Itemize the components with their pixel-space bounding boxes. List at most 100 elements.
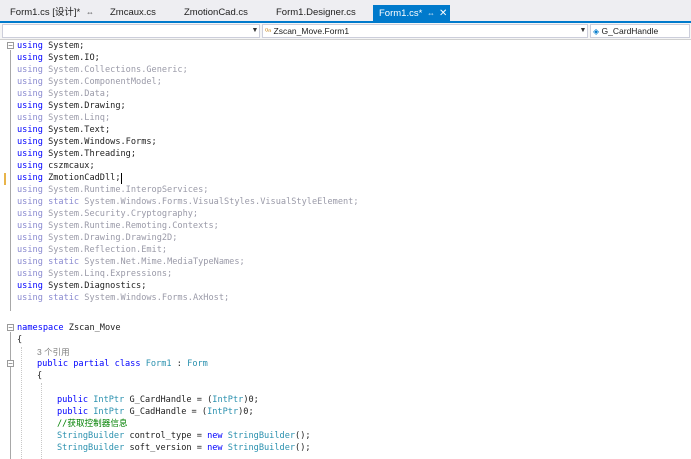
code-line: using System.Text; [17, 124, 110, 136]
code-line: using System.Data; [17, 88, 110, 100]
field-icon: ◈ [593, 27, 600, 36]
field-init: )0; [243, 395, 259, 405]
keyword: using [17, 137, 43, 147]
tab-label: Form1.Designer.cs [276, 7, 356, 18]
code-line: using System.Drawing; [17, 100, 126, 112]
field-init: (); [295, 443, 311, 453]
keyword: using [17, 233, 43, 243]
keyword: namespace [17, 323, 64, 333]
code-line: using System.Security.Cryptography; [17, 208, 198, 220]
using-target: System.Text; [48, 125, 111, 135]
tab-label: Form1.cs* [379, 8, 423, 19]
code-line: using System; [17, 40, 84, 52]
code-editor[interactable]: − − − using System; using System.IO; usi… [0, 40, 691, 459]
code-line: StringBuilder soft_version = new StringB… [57, 442, 311, 454]
using-target: System.Collections.Generic; [48, 65, 188, 75]
close-icon[interactable]: ✕ [439, 5, 447, 23]
navigation-bar: ▼ ⁰ⁿ Zscan_Move.Form1 ▼ ◈ G_CardHandle [0, 23, 691, 40]
collapse-icon[interactable]: − [7, 42, 14, 50]
using-target: System.Drawing; [48, 101, 126, 111]
tab-zmcaux[interactable]: Zmcaux.cs [104, 4, 174, 22]
keyword: using [17, 281, 43, 291]
keyword: using [17, 245, 43, 255]
using-target: System.Data; [48, 89, 111, 99]
keyword: using [17, 89, 43, 99]
using-target: System.Windows.Forms.VisualStyles.Visual… [84, 197, 359, 207]
keyword: using [17, 101, 43, 111]
code-line: using System.Reflection.Emit; [17, 244, 167, 256]
namespace-name: Zscan_Move [68, 323, 121, 333]
using-target: System.Reflection.Emit; [48, 245, 168, 255]
keyword: class [114, 359, 141, 369]
keyword: partial [73, 359, 110, 369]
keyword: using [17, 197, 43, 207]
changed-line-marker [4, 173, 6, 185]
keyword: static [48, 257, 80, 267]
indent-guide [21, 347, 22, 459]
pin-icon[interactable]: ⇔ [86, 4, 94, 22]
code-line: using static System.Windows.Forms.Visual… [17, 196, 359, 208]
codelens-references[interactable]: 3 个引用 [37, 346, 70, 358]
code-line: using static System.Windows.Forms.AxHost… [17, 292, 229, 304]
using-target: System.Windows.Forms.AxHost; [84, 293, 230, 303]
keyword: using [17, 149, 43, 159]
keyword: using [17, 161, 43, 171]
collapse-icon[interactable]: − [7, 324, 14, 332]
keyword: new [207, 431, 223, 441]
code-line: public IntPtr G_CadHandle = (IntPtr)0; [57, 406, 254, 418]
reference-count[interactable]: 3 个引用 [37, 347, 70, 357]
using-target: System.Runtime.InteropServices; [48, 185, 209, 195]
code-line: namespace Zscan_Move [17, 322, 121, 334]
outline-guide [10, 50, 11, 311]
tab-form1-cs-active[interactable]: Form1.cs* ⇔ ✕ [373, 5, 450, 23]
type-name: StringBuilder [57, 443, 125, 453]
keyword: using [17, 185, 43, 195]
keyword: using [17, 293, 43, 303]
using-target: System.Net.Mime.MediaTypeNames; [84, 257, 245, 267]
using-target: System.Threading; [48, 149, 137, 159]
code-line: using System.Diagnostics; [17, 280, 146, 292]
tab-form1-designer-cs[interactable]: Form1.Designer.cs [270, 4, 370, 22]
type-name: StringBuilder [57, 431, 125, 441]
brace: { [17, 335, 23, 345]
code-line: { [37, 370, 42, 382]
comment: //获取控制器信息 [57, 419, 128, 429]
using-target: System.Windows.Forms; [48, 137, 157, 147]
code-line: using static System.Net.Mime.MediaTypeNa… [17, 256, 245, 268]
code-line: using System.Linq; [17, 112, 110, 124]
code-line: using System.Drawing.Drawing2D; [17, 232, 177, 244]
tab-zmotioncad[interactable]: ZmotionCad.cs [178, 4, 262, 22]
code-line: StringBuilder control_type = new StringB… [57, 430, 311, 442]
pin-icon[interactable]: ⇔ [427, 5, 435, 23]
member-dropdown[interactable]: ◈ G_CardHandle [590, 24, 690, 38]
using-target: System.ComponentModel; [48, 77, 162, 87]
type-name: IntPtr [212, 395, 244, 405]
keyword: using [17, 257, 43, 267]
class-dropdown[interactable]: ⁰ⁿ Zscan_Move.Form1 [262, 24, 588, 38]
text-cursor [120, 173, 122, 184]
using-target: System.Drawing.Drawing2D; [48, 233, 178, 243]
tab-label: Zmcaux.cs [110, 7, 156, 18]
code-line: //获取控制器信息 [57, 418, 128, 430]
code-line: using cszmcaux; [17, 160, 95, 172]
field-decl: G_CardHandle = ( [129, 395, 213, 405]
type-name: StringBuilder [227, 443, 296, 453]
field-init: )0; [238, 407, 254, 417]
project-scope-dropdown[interactable] [2, 24, 260, 38]
collapse-icon[interactable]: − [7, 360, 14, 368]
chevron-down-icon[interactable]: ▼ [578, 24, 588, 38]
code-line: { [17, 334, 22, 346]
keyword: using [17, 113, 43, 123]
code-line: using System.Collections.Generic; [17, 64, 188, 76]
chevron-down-icon[interactable]: ▼ [250, 24, 260, 38]
code-line: using System.Runtime.Remoting.Contexts; [17, 220, 219, 232]
type-name: StringBuilder [227, 431, 296, 441]
keyword: new [207, 443, 223, 453]
code-line: public IntPtr G_CardHandle = (IntPtr)0; [57, 394, 259, 406]
code-line: using System.Linq.Expressions; [17, 268, 172, 280]
member-value: G_CardHandle [601, 26, 659, 36]
tab-form1-designer-view[interactable]: Form1.cs [设计]* ⇔ [4, 4, 96, 22]
field-init: (); [295, 431, 311, 441]
tab-label: Form1.cs [设计]* [10, 7, 81, 18]
colon: : [176, 359, 182, 369]
